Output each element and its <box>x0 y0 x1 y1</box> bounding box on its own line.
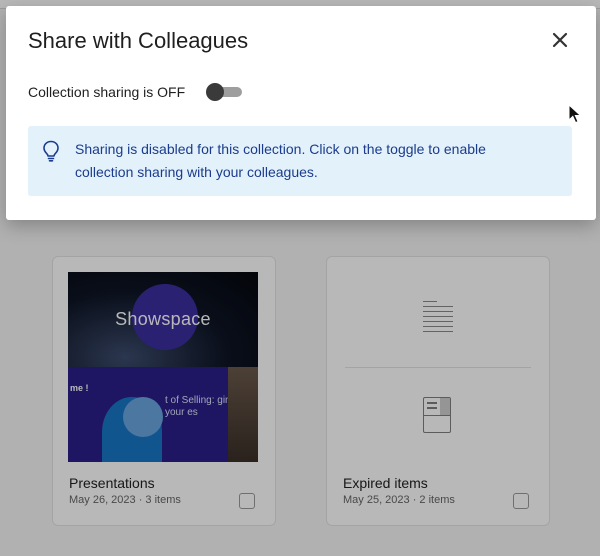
sharing-info-banner: Sharing is disabled for this collection.… <box>28 126 572 196</box>
sharing-toggle[interactable] <box>206 83 244 101</box>
share-dialog: Share with Colleagues Collection sharing… <box>6 6 596 220</box>
close-button[interactable] <box>546 26 574 54</box>
sharing-toggle-label: Collection sharing is OFF <box>28 84 186 100</box>
close-icon <box>552 32 568 48</box>
dialog-title: Share with Colleagues <box>28 28 249 53</box>
mouse-cursor-icon <box>568 104 582 124</box>
lightbulb-icon <box>43 140 59 162</box>
sharing-info-text: Sharing is disabled for this collection.… <box>75 141 486 180</box>
